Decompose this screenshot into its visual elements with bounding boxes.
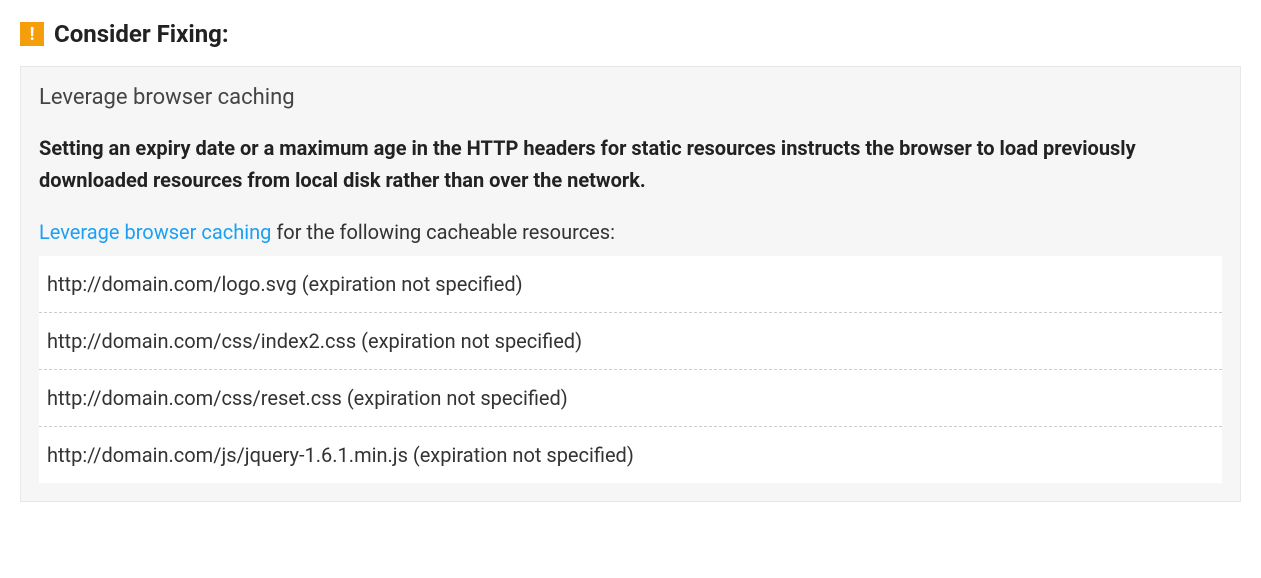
rule-description: Setting an expiry date or a maximum age … [39, 132, 1222, 196]
list-item: http://domain.com/css/reset.css (expirat… [39, 370, 1222, 427]
consider-fixing-header: ! Consider Fixing: [20, 20, 1241, 48]
list-item: http://domain.com/logo.svg (expiration n… [39, 256, 1222, 313]
rule-subline: Leverage browser caching for the followi… [39, 220, 1222, 244]
rule-following-text: for the following cacheable resources: [271, 220, 615, 244]
resource-list: http://domain.com/logo.svg (expiration n… [39, 256, 1222, 483]
rule-title: Leverage browser caching [39, 85, 1222, 110]
list-item: http://domain.com/css/index2.css (expira… [39, 313, 1222, 370]
leverage-caching-link[interactable]: Leverage browser caching [39, 220, 271, 244]
list-item: http://domain.com/js/jquery-1.6.1.min.js… [39, 427, 1222, 483]
warning-icon: ! [20, 22, 44, 46]
header-title: Consider Fixing: [54, 20, 229, 48]
rule-content-box: Leverage browser caching Setting an expi… [20, 66, 1241, 502]
